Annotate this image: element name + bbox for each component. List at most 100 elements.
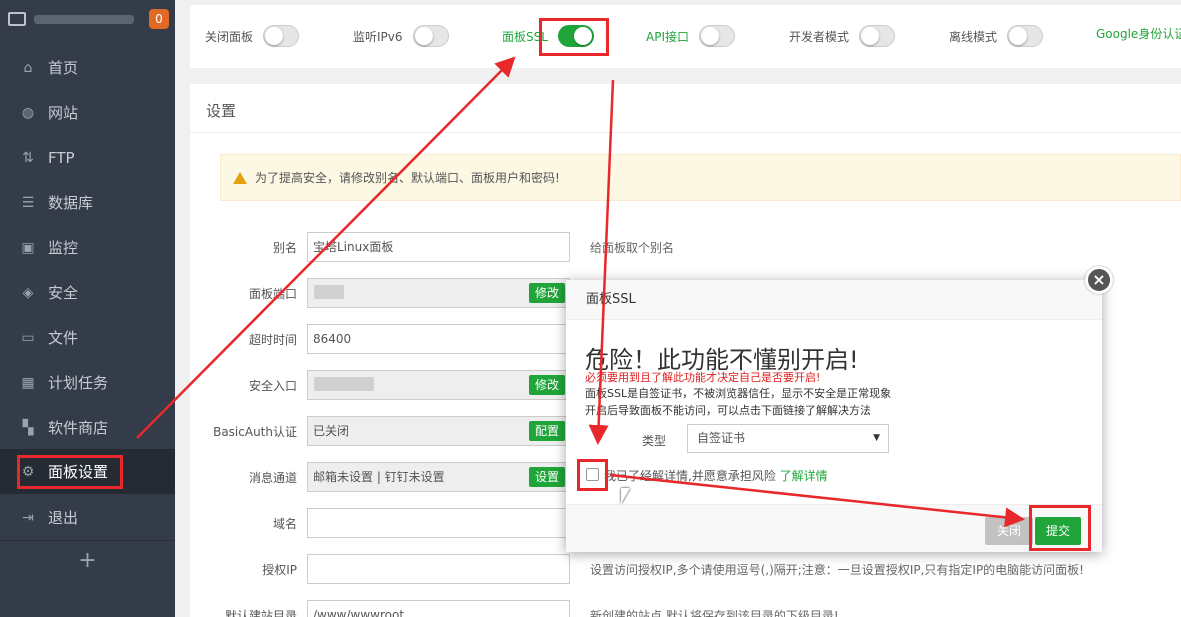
entrance-input[interactable]: 修改 xyxy=(307,370,570,400)
toggle-switch[interactable] xyxy=(859,25,896,47)
message-channel-input[interactable]: 邮箱未设置 | 钉钉未设置 设置 xyxy=(307,462,570,492)
highlight-ssl-toggle xyxy=(539,18,609,56)
dialog-text-2: 开启后导致面板不能访问，可以点击下面链接了解解决方法 xyxy=(585,404,871,417)
dialog-text-1: 面板SSL是自签证书，不被浏览器信任，显示不安全是正常现象 xyxy=(585,387,892,400)
setting-hint: 给面板取个别名 xyxy=(590,241,675,255)
modify-port-button[interactable]: 修改 xyxy=(528,283,565,303)
toggle-api[interactable]: API接口 xyxy=(646,25,735,47)
notice-text: 为了提高安全，请修改别名、默认端口、面板用户和密码! xyxy=(255,171,560,185)
toggle-offline[interactable]: 离线模式 xyxy=(949,25,1044,47)
timeout-input[interactable]: 86400 xyxy=(307,324,570,354)
close-icon[interactable]: × xyxy=(1085,266,1113,294)
setting-label: 面板端口 xyxy=(248,287,297,301)
toggle-close-panel[interactable]: 关闭面板 xyxy=(205,25,300,47)
sidebar-item-label: 首页 xyxy=(48,59,79,77)
calendar-icon: ▦ xyxy=(21,374,35,391)
shield-icon: ◈ xyxy=(22,284,34,301)
toggle-label: 关闭面板 xyxy=(205,29,254,44)
toggle-label: 开发者模式 xyxy=(789,29,850,44)
sidebar-item-database[interactable]: ☰ 数据库 xyxy=(0,180,175,225)
globe-icon: ◍ xyxy=(21,104,35,121)
highlight-checkbox xyxy=(577,459,608,491)
learn-more-link[interactable]: 了解详情 xyxy=(780,469,828,483)
sidebar-item-cron[interactable]: ▦ 计划任务 xyxy=(0,360,175,405)
sidebar-item-label: 计划任务 xyxy=(48,374,109,392)
sidebar-item-label: 网站 xyxy=(48,104,79,122)
sidebar-item-logout[interactable]: ⇥ 退出 xyxy=(0,495,175,540)
home-icon: ⌂ xyxy=(23,59,33,76)
blurred-value xyxy=(314,377,374,391)
dialog-footer: 关闭 提交 xyxy=(566,504,1102,552)
checkbox-text: 我已了经解详情,并愿意承担风险 xyxy=(604,469,776,483)
sidebar-item-site[interactable]: ◍ 网站 xyxy=(0,90,175,135)
highlight-submit xyxy=(1029,505,1091,551)
sidebar-item-monitor[interactable]: ▣ 监控 xyxy=(0,225,175,270)
blurred-value xyxy=(314,285,344,299)
dialog-title: 面板SSL xyxy=(566,280,1102,320)
setting-label: 超时时间 xyxy=(248,333,297,347)
setting-label: 安全入口 xyxy=(248,379,297,393)
modify-entrance-button[interactable]: 修改 xyxy=(528,375,565,395)
authorized-ip-input[interactable] xyxy=(307,554,570,584)
sidebar-item-label: 文件 xyxy=(48,329,79,347)
setting-label: 消息通道 xyxy=(248,471,297,485)
setting-hint: 新创建的站点,默认将保存到该目录的下级目录! xyxy=(590,609,839,617)
default-dir-input[interactable]: /www/wwwroot xyxy=(307,600,570,617)
toggle-dev-mode[interactable]: 开发者模式 xyxy=(789,25,896,47)
setting-label: BasicAuth认证 xyxy=(213,425,297,439)
toggle-label: 监听IPv6 xyxy=(353,29,403,44)
sidebar-item-label: FTP xyxy=(48,148,75,167)
toggle-ipv6[interactable]: 监听IPv6 xyxy=(353,25,449,47)
sidebar-header: 0 xyxy=(0,0,175,38)
sidebar-item-label: 数据库 xyxy=(48,194,94,212)
sidebar-item-label: 退出 xyxy=(48,509,79,527)
close-button[interactable]: 关闭 xyxy=(985,517,1033,545)
add-shortcut-button[interactable]: + xyxy=(0,540,175,580)
toggle-label: Google身份认证 xyxy=(1096,27,1181,41)
toggle-switch[interactable] xyxy=(1007,25,1044,47)
toggle-switch[interactable] xyxy=(699,25,735,47)
apps-icon: ▚ xyxy=(22,419,34,436)
configure-basicauth-button[interactable]: 配置 xyxy=(528,421,565,441)
certificate-type-select[interactable]: 自签证书 ▼ xyxy=(687,424,889,453)
sidebar-item-home[interactable]: ⌂ 首页 xyxy=(0,45,175,90)
setting-label: 授权IP xyxy=(262,563,297,577)
divider xyxy=(190,132,1181,133)
toggle-label: 离线模式 xyxy=(949,29,998,44)
port-input[interactable]: 修改 xyxy=(307,278,570,308)
sidebar-item-files[interactable]: ▭ 文件 xyxy=(0,315,175,360)
warning-icon xyxy=(233,171,247,184)
setting-label: 域名 xyxy=(272,517,297,531)
database-icon: ☰ xyxy=(21,194,35,211)
basicauth-input[interactable]: 已关闭 配置 xyxy=(307,416,570,446)
highlight-panel-settings xyxy=(17,455,123,489)
folder-icon: ▭ xyxy=(21,329,35,346)
monitor-icon: ▣ xyxy=(21,239,35,256)
sidebar-item-store[interactable]: ▚ 软件商店 xyxy=(0,405,175,450)
sidebar: 0 ⌂ 首页 ◍ 网站 ⇅ FTP ☰ 数据库 ▣ 监控 ◈ 安全 ▭ 文件 ▦… xyxy=(0,0,175,617)
mouse-cursor-icon xyxy=(621,488,630,504)
toggle-switch[interactable] xyxy=(412,25,449,47)
set-message-channel-button[interactable]: 设置 xyxy=(528,467,565,487)
notification-badge[interactable]: 0 xyxy=(149,9,169,29)
sidebar-item-label: 监控 xyxy=(48,239,79,257)
page-title: 设置 xyxy=(206,102,237,120)
type-label: 类型 xyxy=(642,434,667,448)
toggle-switch[interactable] xyxy=(263,25,300,47)
setting-label: 默认建站目录 xyxy=(224,609,297,617)
sidebar-item-label: 安全 xyxy=(48,284,79,302)
ftp-icon: ⇅ xyxy=(22,149,34,166)
select-value: 自签证书 xyxy=(697,431,746,445)
basicauth-value: 已关闭 xyxy=(313,424,350,438)
setting-row-authorized-ip: 授权IP 设置访问授权IP,多个请使用逗号(,)隔开;注意：一旦设置授权IP,只… xyxy=(190,554,1181,584)
sidebar-item-security[interactable]: ◈ 安全 xyxy=(0,270,175,315)
toggle-label: API接口 xyxy=(646,29,689,44)
alias-input[interactable]: 宝塔Linux面板 xyxy=(307,232,570,262)
domain-input[interactable] xyxy=(307,508,570,538)
dialog-warning: 必须要用到且了解此功能才决定自己是否要开启! xyxy=(585,371,821,384)
setting-label: 别名 xyxy=(272,241,297,255)
toggle-google-auth[interactable]: Google身份认证 xyxy=(1096,25,1181,42)
setting-row-alias: 别名 宝塔Linux面板 给面板取个别名 xyxy=(190,232,1181,262)
sidebar-item-ftp[interactable]: ⇅ FTP xyxy=(0,135,175,180)
setting-row-default-dir: 默认建站目录 /www/wwwroot 新创建的站点,默认将保存到该目录的下级目… xyxy=(190,600,1181,617)
